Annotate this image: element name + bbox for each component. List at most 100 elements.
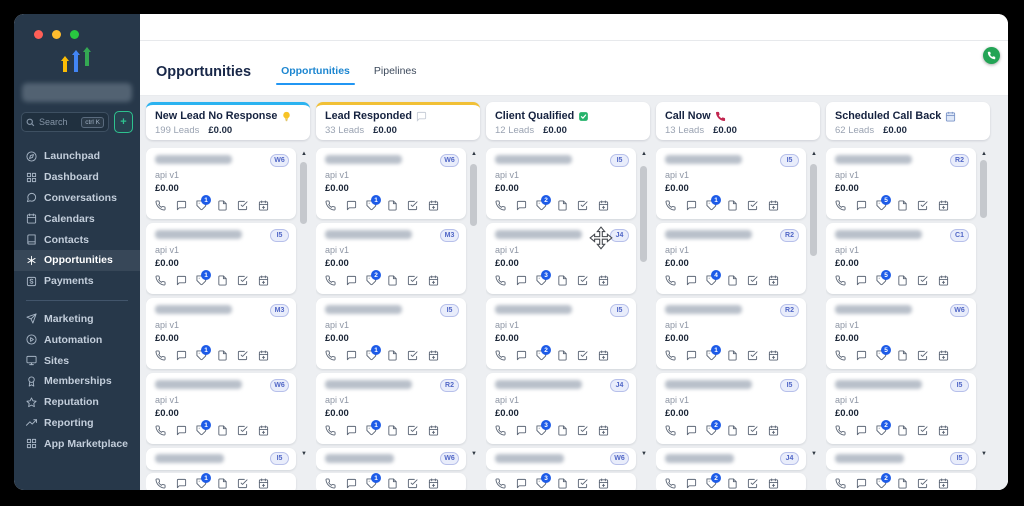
opportunity-card[interactable]: J4api v1£0.003 [486, 373, 636, 444]
phone-icon[interactable] [665, 425, 676, 436]
column-header[interactable]: Lead Responded33 Leads£0.00 [316, 102, 480, 140]
sidebar-item-memberships[interactable]: Memberships [14, 371, 140, 392]
chat-icon[interactable] [516, 478, 527, 489]
quick-add-button[interactable]: + [114, 111, 133, 133]
phone-icon[interactable] [665, 275, 676, 286]
opportunity-card-partial[interactable]: I5 [826, 448, 976, 470]
file-icon[interactable] [897, 425, 908, 436]
column-scrollbar[interactable] [810, 164, 817, 256]
tag-icon[interactable]: 3 [536, 425, 547, 436]
tag-icon[interactable]: 2 [876, 425, 887, 436]
scroll-up-arrow[interactable]: ▲ [979, 150, 989, 158]
tag-icon[interactable]: 3 [536, 275, 547, 286]
account-name-blurred[interactable] [22, 83, 132, 102]
calendar-icon[interactable] [428, 200, 439, 211]
calendar-icon[interactable] [598, 425, 609, 436]
task-icon[interactable] [237, 350, 248, 361]
calendar-icon[interactable] [258, 200, 269, 211]
opportunity-card-partial[interactable]: I5 [146, 448, 296, 470]
minimize-window-button[interactable] [52, 30, 61, 39]
tag-icon[interactable]: 1 [196, 425, 207, 436]
calendar-icon[interactable] [768, 275, 779, 286]
scroll-down-arrow[interactable]: ▼ [639, 450, 649, 458]
file-icon[interactable] [557, 425, 568, 436]
calendar-icon[interactable] [938, 478, 949, 489]
opportunity-card[interactable]: R2api v1£0.005 [826, 148, 976, 219]
phone-call-button[interactable] [983, 47, 1000, 64]
column-header[interactable]: Call Now13 Leads£0.00 [656, 102, 820, 140]
calendar-icon[interactable] [598, 350, 609, 361]
tag-icon[interactable]: 1 [366, 425, 377, 436]
calendar-icon[interactable] [428, 478, 439, 489]
phone-icon[interactable] [325, 200, 336, 211]
sidebar-item-launchpad[interactable]: Launchpad [14, 146, 140, 167]
task-icon[interactable] [747, 275, 758, 286]
calendar-icon[interactable] [598, 200, 609, 211]
opportunity-card[interactable]: M3api v1£0.001 [146, 298, 296, 369]
chat-icon[interactable] [856, 275, 867, 286]
chat-icon[interactable] [346, 275, 357, 286]
phone-icon[interactable] [325, 275, 336, 286]
calendar-icon[interactable] [768, 425, 779, 436]
opportunity-card[interactable]: W6api v1£0.001 [316, 148, 466, 219]
calendar-icon[interactable] [428, 350, 439, 361]
task-icon[interactable] [407, 478, 418, 489]
task-icon[interactable] [237, 275, 248, 286]
column-scrollbar[interactable] [980, 160, 987, 218]
task-icon[interactable] [577, 425, 588, 436]
opportunity-card[interactable]: M3api v1£0.002 [316, 223, 466, 294]
sidebar-item-app-marketplace[interactable]: App Marketplace [14, 433, 140, 454]
file-icon[interactable] [897, 478, 908, 489]
sidebar-item-reporting[interactable]: Reporting [14, 413, 140, 434]
task-icon[interactable] [917, 350, 928, 361]
opportunity-card[interactable]: R2api v1£0.001 [656, 298, 806, 369]
scroll-down-arrow[interactable]: ▼ [299, 450, 309, 458]
tab-pipelines[interactable]: Pipelines [374, 65, 417, 85]
phone-icon[interactable] [155, 350, 166, 361]
opportunity-card[interactable]: I5api v1£0.002 [486, 298, 636, 369]
file-icon[interactable] [897, 350, 908, 361]
chat-icon[interactable] [346, 200, 357, 211]
chat-icon[interactable] [856, 200, 867, 211]
opportunity-card[interactable]: I5api v1£0.002 [486, 148, 636, 219]
task-icon[interactable] [577, 478, 588, 489]
sidebar-item-opportunities[interactable]: Opportunities [14, 250, 140, 271]
opportunity-card-partial-icons[interactable]: 3 [486, 473, 636, 490]
opportunity-card[interactable]: I5api v1£0.002 [656, 373, 806, 444]
opportunity-card[interactable]: C1api v1£0.005 [826, 223, 976, 294]
column-header[interactable]: Scheduled Call Back62 Leads£0.00 [826, 102, 990, 140]
phone-icon[interactable] [835, 478, 846, 489]
task-icon[interactable] [407, 200, 418, 211]
phone-icon[interactable] [325, 350, 336, 361]
task-icon[interactable] [917, 200, 928, 211]
file-icon[interactable] [387, 275, 398, 286]
tag-icon[interactable]: 2 [876, 478, 887, 489]
file-icon[interactable] [727, 478, 738, 489]
calendar-icon[interactable] [258, 275, 269, 286]
sidebar-item-dashboard[interactable]: Dashboard [14, 167, 140, 188]
calendar-icon[interactable] [598, 478, 609, 489]
file-icon[interactable] [217, 200, 228, 211]
task-icon[interactable] [407, 275, 418, 286]
file-icon[interactable] [727, 425, 738, 436]
phone-icon[interactable] [495, 478, 506, 489]
file-icon[interactable] [217, 275, 228, 286]
tag-icon[interactable]: 5 [876, 275, 887, 286]
file-icon[interactable] [387, 425, 398, 436]
chat-icon[interactable] [516, 350, 527, 361]
opportunity-card[interactable]: R2api v1£0.004 [656, 223, 806, 294]
file-icon[interactable] [217, 350, 228, 361]
column-header[interactable]: New Lead No Response199 Leads£0.00 [146, 102, 310, 140]
chat-icon[interactable] [686, 275, 697, 286]
chat-icon[interactable] [516, 275, 527, 286]
calendar-icon[interactable] [428, 425, 439, 436]
chat-icon[interactable] [856, 350, 867, 361]
chat-icon[interactable] [686, 200, 697, 211]
phone-icon[interactable] [835, 350, 846, 361]
file-icon[interactable] [387, 478, 398, 489]
tag-icon[interactable]: 1 [366, 350, 377, 361]
phone-icon[interactable] [325, 478, 336, 489]
tag-icon[interactable]: 4 [706, 275, 717, 286]
calendar-icon[interactable] [768, 350, 779, 361]
phone-icon[interactable] [155, 200, 166, 211]
